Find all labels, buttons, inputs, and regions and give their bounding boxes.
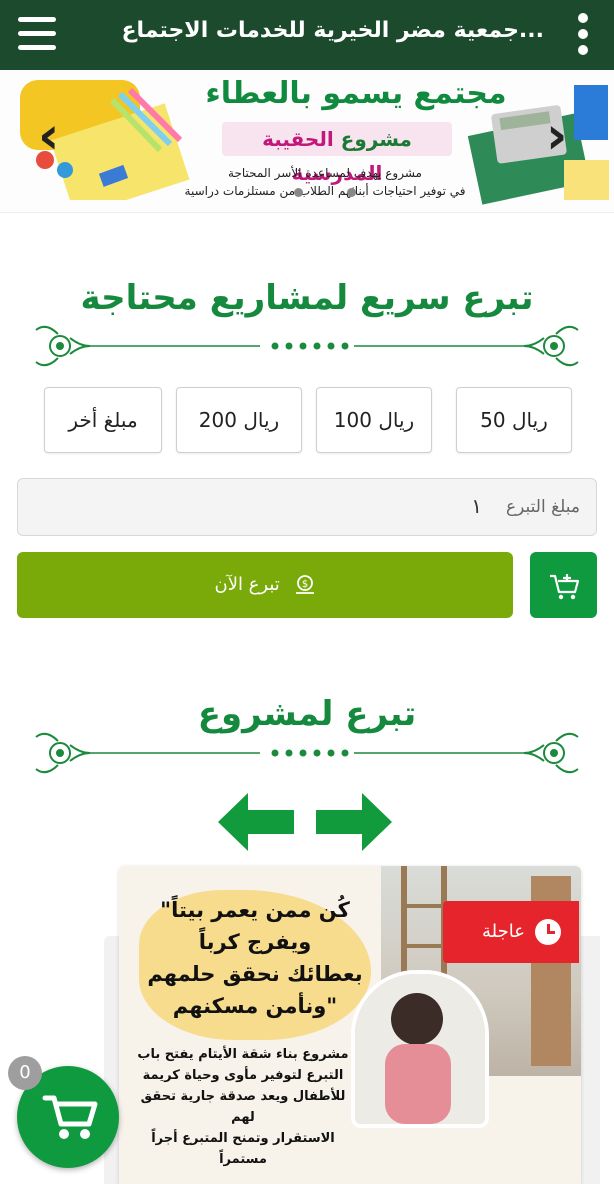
donate-now-label: تبرع الآن bbox=[214, 574, 280, 595]
amount-100-button[interactable]: 100 ريال bbox=[316, 387, 432, 453]
project-carousel-arrows bbox=[218, 793, 392, 851]
amount-other-button[interactable]: مبلغ أخر bbox=[44, 387, 162, 453]
add-to-cart-button[interactable] bbox=[530, 552, 597, 618]
banner-subtitle: مشروع الحقيبة المدرسية bbox=[222, 122, 452, 185]
quote-line-4: ونأمن مسكنهم" bbox=[172, 994, 338, 1018]
banner-desc-line-1: مشروع يهدف لمساعدة الأسر المحتاجة bbox=[228, 166, 422, 180]
child-photo bbox=[351, 970, 489, 1128]
slider-dots bbox=[272, 182, 378, 201]
banner-subtitle-green: مشروع bbox=[333, 127, 412, 151]
more-options-icon[interactable] bbox=[574, 12, 590, 56]
ornament-divider-icon bbox=[35, 325, 579, 367]
desc-line-1: مشروع بناء شقة الأيتام يفتح باب bbox=[137, 1047, 349, 1062]
donation-amount-input[interactable]: مبلغ التبرع ١ bbox=[17, 478, 597, 536]
arrow-right-icon[interactable] bbox=[316, 793, 392, 851]
donation-amount-value: ١ bbox=[471, 494, 482, 518]
menu-icon[interactable] bbox=[16, 12, 60, 56]
add-cart-icon bbox=[550, 574, 580, 600]
quick-donate-heading: تبرع سريع لمشاريع محتاجة bbox=[80, 278, 534, 318]
amount-options: 50 ريال 100 ريال 200 ريال مبلغ أخر bbox=[44, 387, 572, 453]
coin-hand-icon: $ bbox=[295, 575, 314, 594]
svg-text:$: $ bbox=[301, 579, 307, 590]
donation-amount-label: مبلغ التبرع bbox=[505, 497, 580, 517]
next-card-peek bbox=[580, 936, 600, 1184]
cart-count-badge: 0 bbox=[8, 1056, 42, 1090]
desc-line-4: الاستقرار وتمنح المتبرع أجراً مستمراً bbox=[151, 1131, 335, 1167]
desc-line-3: للأطفال ويعد صدقة جارية تحقق لهم bbox=[140, 1089, 346, 1125]
banner-title: مجتمع يسمو بالعطاء bbox=[205, 76, 507, 111]
quote-line-1: "كُن ممن يعمر بيتاً bbox=[160, 898, 350, 922]
amount-200-button[interactable]: 200 ريال bbox=[176, 387, 302, 453]
clock-icon bbox=[535, 919, 561, 945]
slider-next-icon[interactable]: › bbox=[546, 110, 567, 162]
slider-prev-icon[interactable]: ‹ bbox=[38, 110, 59, 162]
urgent-label: عاجلة bbox=[482, 921, 525, 942]
app-header: جمعية مضر الخيرية للخدمات الاجتماع... bbox=[0, 0, 614, 70]
project-quote: "كُن ممن يعمر بيتاً ويفرج كرباً بعطائك ن… bbox=[139, 894, 371, 1022]
donate-now-button[interactable]: تبرع الآن $ bbox=[17, 552, 513, 618]
banner-slider[interactable]: مجتمع يسمو بالعطاء مشروع الحقيبة المدرسي… bbox=[0, 70, 614, 213]
amount-50-button[interactable]: 50 ريال bbox=[456, 387, 572, 453]
quote-line-3: بعطائك نحقق حلمهم bbox=[147, 962, 363, 986]
page-title: جمعية مضر الخيرية للخدمات الاجتماع... bbox=[121, 18, 544, 43]
ornament-divider-icon bbox=[35, 732, 579, 774]
desc-line-2: التبرع لتوفير مأوى وحياة كريمة bbox=[142, 1068, 344, 1083]
arrow-left-icon[interactable] bbox=[218, 793, 294, 851]
project-description: مشروع بناء شقة الأيتام يفتح باب التبرع ل… bbox=[129, 1044, 357, 1170]
quote-line-2: ويفرج كرباً bbox=[198, 930, 312, 954]
urgent-badge: عاجلة bbox=[443, 901, 579, 963]
